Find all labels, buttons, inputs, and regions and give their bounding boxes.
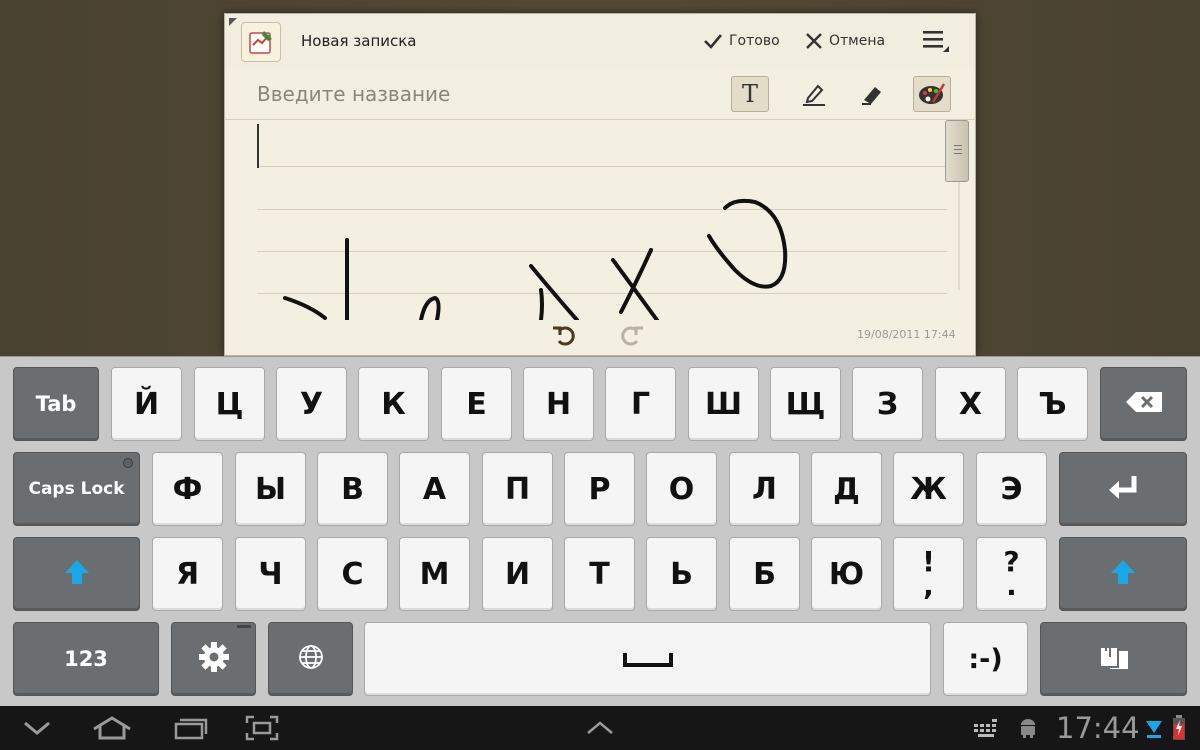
pen-tool-icon[interactable]: [795, 76, 833, 112]
home-icon[interactable]: [90, 714, 134, 742]
undo-icon[interactable]: [551, 322, 577, 348]
key-letter[interactable]: И: [482, 537, 553, 611]
screenshot-icon[interactable]: [244, 714, 280, 742]
key-letter[interactable]: С: [317, 537, 388, 611]
done-button[interactable]: Готово: [703, 28, 780, 54]
cancel-button[interactable]: Отмена: [805, 28, 885, 54]
caps-lock-indicator: [123, 458, 133, 468]
key-letter[interactable]: О: [646, 452, 717, 526]
handwriting-canvas[interactable]: [225, 120, 975, 320]
settings-key[interactable]: [171, 622, 256, 696]
key-letter[interactable]: Э: [976, 452, 1047, 526]
key-letter[interactable]: Д: [811, 452, 882, 526]
key-letter[interactable]: Я: [152, 537, 223, 611]
backspace-icon: [1124, 390, 1164, 419]
key-letter[interactable]: Р: [564, 452, 635, 526]
eraser-icon[interactable]: [853, 76, 891, 112]
key-letter[interactable]: Щ: [770, 367, 841, 441]
key-letter[interactable]: Ь: [646, 537, 717, 611]
key-letter[interactable]: Ф: [152, 452, 223, 526]
key-letter[interactable]: Т: [564, 537, 635, 611]
battery-icon: [1168, 714, 1190, 742]
enter-icon: [1106, 473, 1140, 506]
punct-secondary: ,: [923, 569, 934, 602]
punct-stack: ? .: [1003, 548, 1019, 602]
key-letter[interactable]: П: [482, 452, 553, 526]
key-letter[interactable]: Ю: [811, 537, 882, 611]
key-letter[interactable]: Ы: [235, 452, 306, 526]
key-letter[interactable]: Ш: [688, 367, 759, 441]
menu-icon[interactable]: [921, 28, 951, 56]
shift-icon: [1110, 558, 1136, 591]
key-punct-exclaim-comma[interactable]: ! ,: [893, 537, 964, 611]
key-punct-question-period[interactable]: ? .: [976, 537, 1047, 611]
system-bar: 17:44: [0, 706, 1200, 750]
clipboard-key[interactable]: [1040, 622, 1187, 696]
check-icon: [703, 32, 723, 50]
settings-icon: [197, 640, 231, 679]
note-window: Новая записка Готово Отмена T: [224, 13, 976, 356]
enter-key[interactable]: [1059, 452, 1187, 526]
close-icon: [805, 32, 823, 50]
key-letter[interactable]: Ж: [893, 452, 964, 526]
key-letter[interactable]: Н: [523, 367, 594, 441]
tab-key[interactable]: Tab: [13, 367, 99, 441]
punct-secondary: .: [1006, 569, 1017, 602]
up-arrow-icon[interactable]: [584, 714, 616, 742]
cancel-label: Отмена: [829, 33, 886, 49]
title-input[interactable]: [257, 80, 717, 108]
key-letter[interactable]: Л: [729, 452, 800, 526]
key-letter[interactable]: Ч: [235, 537, 306, 611]
shift-icon: [64, 558, 90, 591]
palette-icon[interactable]: [913, 76, 951, 112]
key-letter[interactable]: А: [399, 452, 470, 526]
caps-lock-label: Caps Lock: [28, 479, 125, 499]
caps-lock-key[interactable]: Caps Lock: [13, 452, 140, 526]
key-letter[interactable]: З: [852, 367, 923, 441]
language-key[interactable]: [268, 622, 353, 696]
shift-key-right[interactable]: [1059, 537, 1187, 611]
space-icon: [622, 642, 673, 677]
app-notes-icon[interactable]: [241, 22, 281, 62]
smiley-key[interactable]: :-): [943, 622, 1028, 696]
done-label: Готово: [729, 33, 780, 49]
clock: 17:44: [1056, 711, 1140, 745]
scroll-track: [958, 182, 960, 290]
redo-icon[interactable]: [619, 322, 645, 348]
key-letter[interactable]: Г: [605, 367, 676, 441]
key-letter[interactable]: Х: [935, 367, 1006, 441]
backspace-key[interactable]: [1100, 367, 1187, 441]
note-timestamp: 19/08/2011 17:44: [857, 328, 956, 341]
scroll-grip: [954, 145, 962, 146]
globe-icon: [298, 644, 324, 675]
punct-stack: ! ,: [922, 548, 935, 602]
key-letter[interactable]: Ъ: [1017, 367, 1088, 441]
key-letter[interactable]: Б: [729, 537, 800, 611]
back-icon[interactable]: [20, 714, 54, 742]
text-tool-icon[interactable]: T: [731, 76, 769, 112]
note-header: Новая записка Готово Отмена: [225, 14, 975, 68]
key-letter[interactable]: Ц: [194, 367, 265, 441]
note-scrollbar[interactable]: [945, 120, 969, 182]
keyboard-icon: [972, 714, 1000, 742]
key-letter[interactable]: В: [317, 452, 388, 526]
recent-apps-icon[interactable]: [170, 714, 210, 742]
window-corner-mark: [229, 18, 237, 26]
key-corner-mark: [237, 625, 251, 628]
key-letter[interactable]: У: [276, 367, 347, 441]
key-letter[interactable]: Й: [111, 367, 182, 441]
numbers-key[interactable]: 123: [13, 622, 159, 696]
key-letter[interactable]: Е: [441, 367, 512, 441]
android-icon: [1016, 714, 1040, 742]
wifi-icon: [1144, 714, 1164, 742]
title-bar: T: [225, 68, 975, 120]
space-key[interactable]: [364, 622, 931, 696]
clipboard-icon: [1096, 640, 1132, 678]
shift-key-left[interactable]: [13, 537, 140, 611]
soft-keyboard: Tab Й Ц У К Е Н Г Ш Щ З Х Ъ Caps Lock Ф …: [0, 356, 1200, 706]
note-title: Новая записка: [301, 32, 417, 50]
key-letter[interactable]: М: [399, 537, 470, 611]
key-letter[interactable]: К: [358, 367, 429, 441]
